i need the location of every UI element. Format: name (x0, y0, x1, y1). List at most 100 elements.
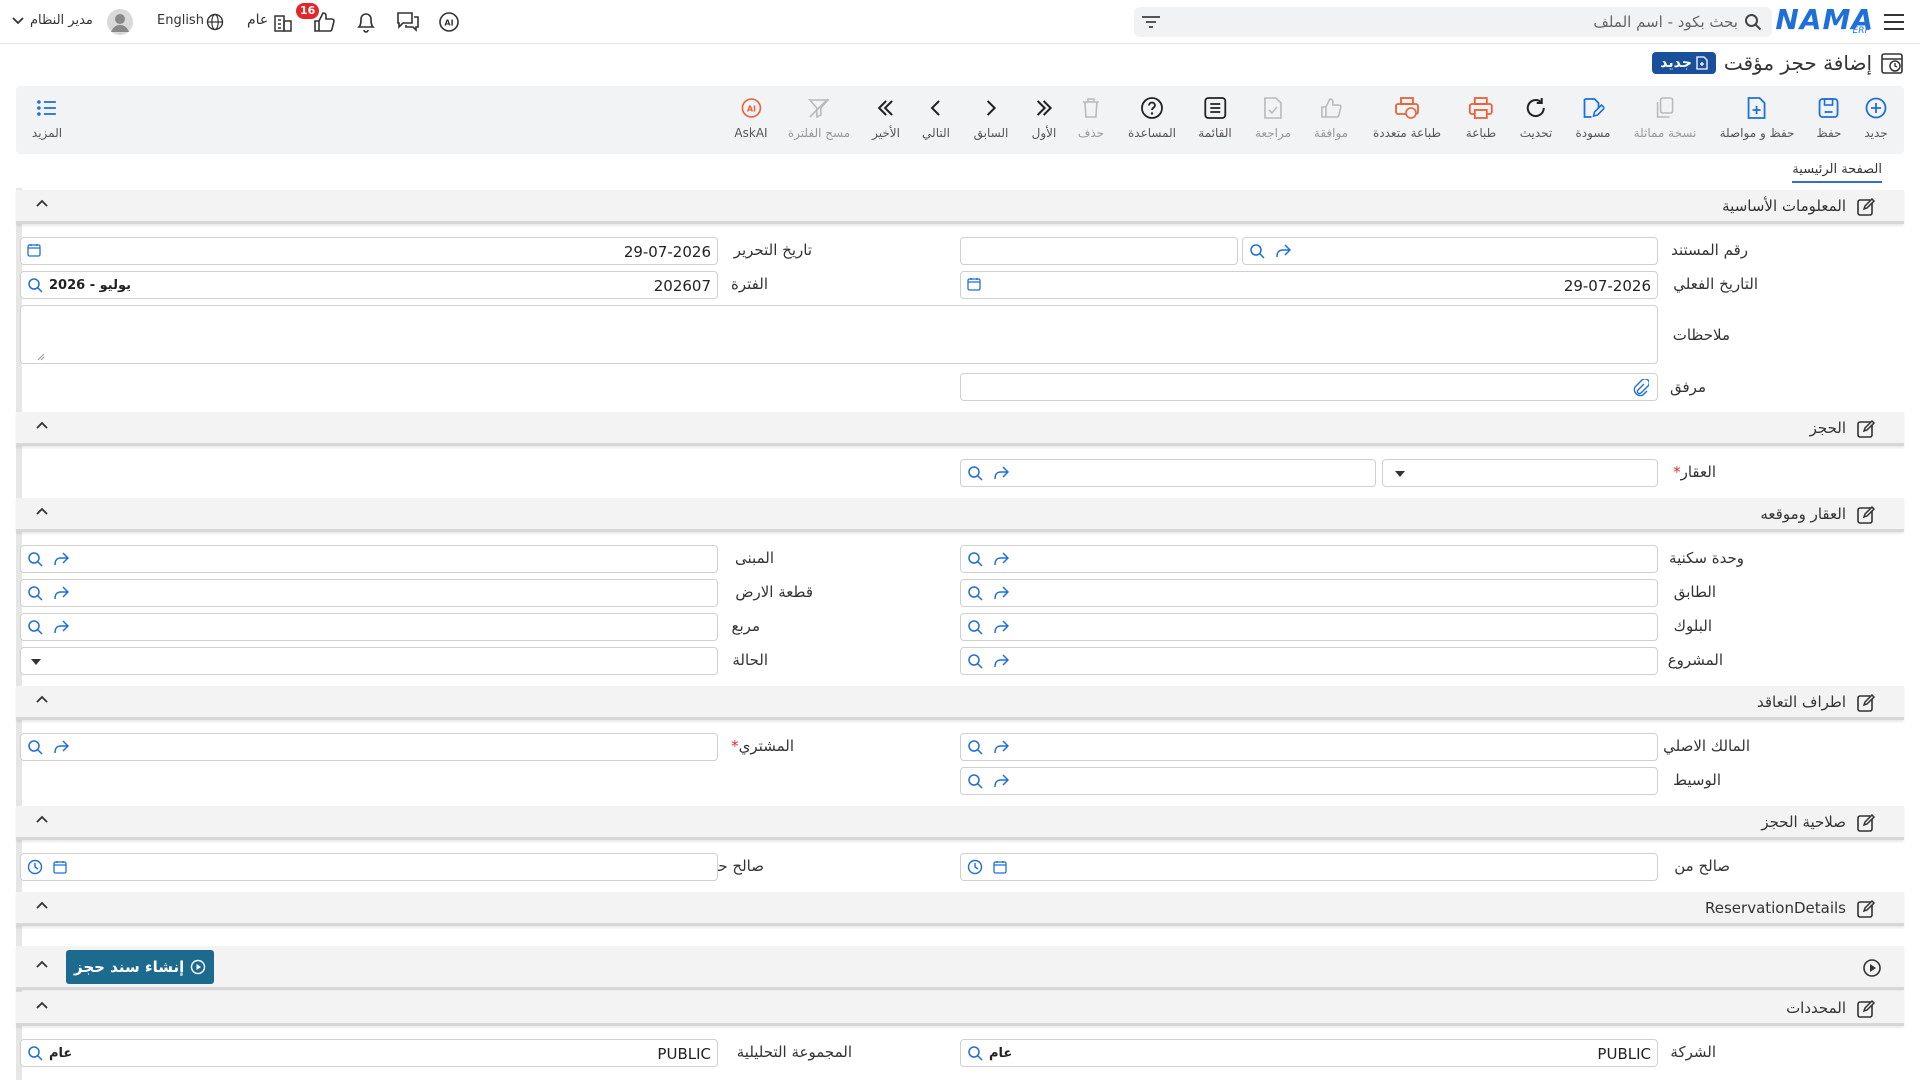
nama-logo[interactable]: NAMA ERP (1775, 4, 1874, 40)
clock-icon[interactable] (27, 859, 43, 875)
section-basic-info[interactable]: المعلومات الأساسية (16, 190, 1904, 224)
resize-handle-icon[interactable] (37, 353, 45, 361)
share-arrow-icon[interactable] (993, 654, 1009, 668)
status-select[interactable] (20, 647, 718, 675)
section-dimensions[interactable]: المحددات (16, 992, 1904, 1026)
search-plus-icon[interactable] (967, 739, 983, 755)
tab-main-page[interactable]: الصفحة الرئيسية (1792, 162, 1882, 183)
chevron-up-icon[interactable] (36, 901, 48, 909)
hamburger-menu-icon[interactable] (1884, 13, 1904, 31)
share-arrow-icon[interactable] (993, 774, 1009, 788)
share-arrow-icon[interactable] (53, 552, 69, 566)
next-record-button[interactable]: التالي (922, 96, 950, 140)
square-field[interactable] (20, 613, 718, 641)
search-plus-icon[interactable] (967, 619, 983, 635)
branch-label[interactable]: عام (247, 12, 268, 28)
chevron-up-icon[interactable] (36, 199, 48, 207)
original-owner-field[interactable] (960, 733, 1658, 761)
delete-button[interactable]: حذف (1078, 96, 1104, 140)
globe-icon[interactable] (206, 13, 224, 31)
search-icon[interactable] (1744, 13, 1762, 31)
search-plus-icon[interactable] (967, 773, 983, 789)
save-continue-button[interactable]: حفظ و مواصلة (1720, 96, 1794, 140)
valid-from-field[interactable] (960, 853, 1658, 881)
chat-icon[interactable] (396, 10, 420, 32)
actual-date-field[interactable]: 29-07-2026 (960, 271, 1658, 299)
doc-number-secondary-field[interactable] (960, 237, 1238, 265)
save-button[interactable]: حفظ (1817, 96, 1841, 140)
ai-assistant-icon[interactable]: AI (437, 10, 461, 34)
approve-button[interactable]: موافقة (1314, 96, 1348, 140)
notes-textarea[interactable] (20, 305, 1658, 364)
section-property-location[interactable]: العقار وموقعه (16, 498, 1904, 532)
search-plus-icon[interactable] (27, 585, 43, 601)
draft-button[interactable]: مسودة (1576, 96, 1610, 140)
language-switch[interactable]: English (157, 13, 204, 28)
analytic-group-field[interactable]: PUBLIC عام (20, 1039, 718, 1067)
section-validity[interactable]: صلاحية الحجز (16, 806, 1904, 840)
search-plus-icon[interactable] (967, 465, 983, 481)
bell-icon[interactable] (355, 10, 377, 34)
multi-print-button[interactable]: طباعة متعددة (1373, 96, 1441, 140)
search-plus-icon[interactable] (27, 1045, 43, 1061)
search-plus-icon[interactable] (967, 653, 983, 669)
edit-date-field[interactable]: 29-07-2026 (20, 237, 718, 265)
search-input[interactable] (1160, 8, 1744, 36)
share-arrow-icon[interactable] (993, 586, 1009, 600)
copy-button[interactable]: نسخة مماثلة (1634, 96, 1696, 140)
clock-icon[interactable] (967, 859, 983, 875)
last-record-button[interactable]: الأخير (872, 96, 900, 140)
building-field[interactable] (20, 545, 718, 573)
user-name[interactable]: مدير النظام (30, 13, 93, 28)
refresh-button[interactable]: تحديث (1520, 96, 1552, 140)
chevron-up-icon[interactable] (36, 960, 48, 968)
filter-icon[interactable] (1142, 15, 1160, 29)
previous-record-button[interactable]: السابق (974, 96, 1008, 140)
attachment-field[interactable] (960, 373, 1658, 401)
play-circle-icon[interactable] (1862, 958, 1882, 978)
search-plus-icon[interactable] (967, 585, 983, 601)
broker-field[interactable] (960, 767, 1658, 795)
share-arrow-icon[interactable] (53, 586, 69, 600)
search-plus-icon[interactable] (967, 551, 983, 567)
help-button[interactable]: المساعدة (1128, 96, 1176, 140)
block-field[interactable] (960, 613, 1658, 641)
search-plus-icon[interactable] (1249, 243, 1265, 259)
search-plus-icon[interactable] (27, 551, 43, 567)
unit-field[interactable] (960, 545, 1658, 573)
property-type-select[interactable] (1382, 459, 1658, 487)
new-button[interactable]: جديد (1864, 96, 1888, 140)
land-plot-field[interactable] (20, 579, 718, 607)
valid-to-field[interactable] (20, 853, 718, 881)
chevron-up-icon[interactable] (36, 695, 48, 703)
paperclip-icon[interactable] (1633, 379, 1649, 397)
user-avatar-icon[interactable] (107, 9, 133, 35)
search-plus-icon[interactable] (967, 1045, 983, 1061)
search-plus-icon[interactable] (27, 739, 43, 755)
section-contracting-parties[interactable]: اطراف التعاقد (16, 686, 1904, 720)
share-arrow-icon[interactable] (993, 620, 1009, 634)
create-reservation-voucher-button[interactable]: إنشاء سند حجز (66, 950, 215, 984)
share-arrow-icon[interactable] (993, 740, 1009, 754)
clear-filter-button[interactable]: مسح الفلترة (788, 96, 850, 140)
askai-button[interactable]: AI AskAI (734, 96, 768, 140)
chevron-up-icon[interactable] (36, 1001, 48, 1009)
review-button[interactable]: مراجعة (1255, 96, 1291, 140)
branch-building-icon[interactable] (272, 11, 294, 33)
calendar-icon[interactable] (993, 860, 1007, 874)
share-arrow-icon[interactable] (53, 740, 69, 754)
list-button[interactable]: القائمة (1198, 96, 1232, 140)
section-reservation-details[interactable]: ReservationDetails (16, 892, 1904, 926)
period-field[interactable]: 202607 2026 - يوليو (20, 271, 718, 299)
doc-number-field[interactable] (1242, 237, 1658, 265)
chevron-up-icon[interactable] (36, 507, 48, 515)
calendar-icon[interactable] (27, 243, 41, 257)
chevron-up-icon[interactable] (36, 421, 48, 429)
share-arrow-icon[interactable] (1275, 244, 1291, 258)
calendar-icon[interactable] (53, 860, 67, 874)
first-record-button[interactable]: الأول (1032, 96, 1056, 140)
chevron-up-icon[interactable] (36, 815, 48, 823)
property-lookup-field[interactable] (960, 459, 1376, 487)
share-arrow-icon[interactable] (993, 466, 1009, 480)
calendar-icon[interactable] (967, 277, 981, 291)
